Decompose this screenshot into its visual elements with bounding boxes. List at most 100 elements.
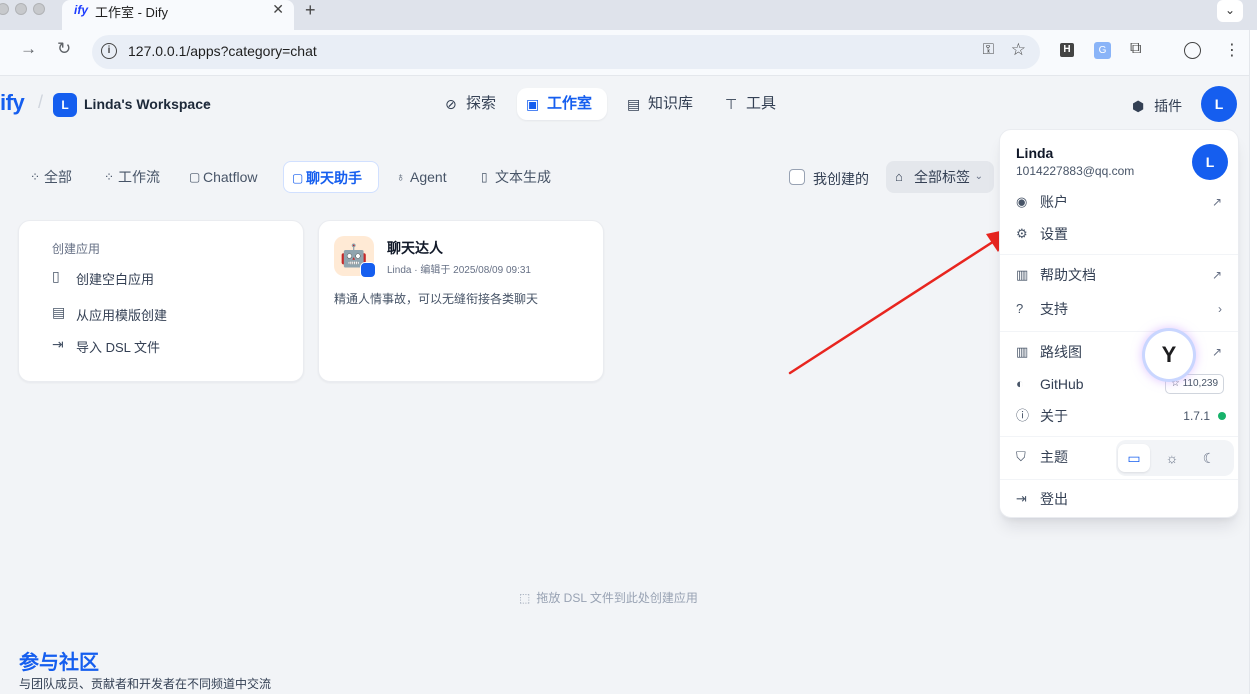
annotation-arrow — [788, 228, 1014, 375]
filter-agent[interactable]: ♁ Agent — [388, 161, 447, 193]
address-toolbar: → ↻ i 127.0.0.1/apps?category=chat ⚿ ☆ H… — [0, 30, 1257, 76]
browser-tab-title: 工作室 - Dify — [95, 5, 168, 20]
external-link-icon: ↗ — [1211, 195, 1222, 209]
menu-user-name: Linda — [1016, 145, 1054, 161]
grid-icon: ⁘ — [30, 170, 41, 184]
address-bar[interactable]: i 127.0.0.1/apps?category=chat ⚿ ☆ — [92, 35, 1040, 69]
drag-drop-icon: ⬚ — [519, 591, 531, 605]
filter-chat-assistant[interactable]: ▢ 聊天助手 — [283, 161, 379, 193]
help-circle-icon: ? — [1016, 301, 1024, 316]
version-label: 1.7.1 — [1183, 409, 1210, 423]
user-dropdown-menu: Linda 1014227883@qq.com L ◉ 账户 ↗ ⚙ 设置 ▥ 帮助文… — [999, 129, 1239, 518]
plugins-button[interactable]: ⬢ 插件 — [1132, 96, 1182, 116]
map-icon: ▥ — [1016, 344, 1029, 359]
import-dsl-button[interactable]: ⇥ 导入 DSL 文件 — [52, 336, 160, 356]
compass-icon: ⊘ — [445, 96, 457, 112]
book-open-icon: ▥ — [1016, 267, 1029, 282]
chevron-right-icon: › — [1218, 302, 1222, 316]
book-icon: ▤ — [627, 96, 641, 112]
monitor-icon[interactable]: ▭ — [1118, 444, 1150, 472]
browser-tab[interactable]: ify 工作室 - Dify ✕ — [62, 0, 294, 30]
moon-icon[interactable]: ☾ — [1193, 444, 1225, 472]
dify-favicon-icon: ify — [74, 3, 89, 17]
dify-logo[interactable]: ify — [0, 90, 25, 116]
url-text[interactable]: 127.0.0.1/apps?category=chat — [128, 43, 317, 59]
menu-logout[interactable]: ⇥ 登出 — [1004, 484, 1234, 514]
menu-theme-label: ⛉ 主题 — [1004, 442, 1114, 472]
translate-extension-icon[interactable]: G — [1094, 42, 1111, 59]
app-meta: Linda · 编辑于 2025/08/09 09:31 — [387, 265, 531, 276]
chevron-down-icon[interactable]: ⌄ — [202, 95, 211, 108]
user-circle-icon: ◉ — [1016, 194, 1028, 209]
bookmark-star-icon[interactable]: ☆ — [1011, 40, 1026, 60]
filter-text-generation[interactable]: ▯ 文本生成 — [473, 161, 551, 193]
window-minimize-dot[interactable] — [15, 3, 27, 15]
status-dot-icon — [1218, 412, 1226, 420]
menu-divider — [1000, 331, 1238, 332]
filter-chatflow[interactable]: ▢ Chatflow — [181, 161, 257, 193]
new-tab-icon[interactable]: + — [305, 0, 316, 21]
window-zoom-dot[interactable] — [33, 3, 45, 15]
community-title: 参与社区 — [19, 652, 99, 674]
menu-support[interactable]: ? 支持 › — [1004, 294, 1234, 324]
menu-about[interactable]: ⓘ 关于 1.7.1 — [1004, 401, 1234, 431]
create-from-template-button[interactable]: ▤ 从应用模版创建 — [52, 304, 167, 324]
sun-icon[interactable]: ☼ — [1156, 444, 1188, 472]
menu-account[interactable]: ◉ 账户 ↗ — [1004, 187, 1234, 217]
menu-github[interactable]: ◐ GitHub ☆ 110,239 — [1004, 369, 1234, 399]
info-icon: ⓘ — [1016, 408, 1030, 423]
reload-icon[interactable]: ↻ — [57, 39, 71, 59]
gear-icon: ⚙ — [1016, 226, 1028, 241]
browser-menu-icon[interactable]: ⋮ — [1224, 40, 1240, 60]
create-app-title: 创建应用 — [52, 242, 101, 256]
tag-icon: ⌂ — [895, 169, 903, 184]
agent-icon: ♁ — [396, 170, 405, 184]
extension-h-icon[interactable]: H — [1060, 43, 1074, 57]
tag-filter-select[interactable]: ⌂ 全部标签 ⌄ — [886, 161, 994, 193]
password-key-icon[interactable]: ⚿ — [983, 41, 994, 58]
github-icon: ◐ — [1016, 376, 1024, 391]
extensions-puzzle-icon[interactable]: ⧉ — [1130, 40, 1141, 58]
window-close-dot[interactable] — [0, 3, 9, 15]
user-avatar-button[interactable]: L — [1201, 86, 1237, 122]
menu-divider — [1000, 436, 1238, 437]
created-by-me-checkbox[interactable] — [789, 169, 805, 185]
chevron-down-icon: ⌄ — [974, 171, 983, 182]
nav-tools[interactable]: ⊤ 工具 — [716, 88, 786, 120]
profile-icon[interactable] — [1184, 42, 1201, 59]
tab-search-chevron-icon[interactable]: ⌄ — [1217, 0, 1243, 22]
file-plus-icon: ▯ — [52, 268, 60, 284]
site-info-icon[interactable]: i — [101, 43, 117, 59]
filter-all[interactable]: ⁘ 全部 — [22, 161, 72, 193]
app-header: ify / L Linda's Workspace ⌄ ⊘ 探索 ▣ 工作室 ▤… — [0, 76, 1257, 132]
workflow-icon: ⁘ — [104, 170, 115, 184]
nav-explore[interactable]: ⊘ 探索 — [436, 88, 508, 120]
created-by-me-label[interactable]: 我创建的 — [813, 169, 869, 189]
create-blank-app-button[interactable]: ▯ 创建空白应用 — [52, 268, 154, 288]
app-description: 精通人情事故，可以无缝衔接各类聊天 — [334, 292, 539, 306]
workspace-name[interactable]: Linda's Workspace — [84, 96, 211, 112]
close-tab-icon[interactable]: ✕ — [272, 1, 284, 18]
floating-assistant-icon[interactable]: Y — [1145, 331, 1193, 379]
menu-settings[interactable]: ⚙ 设置 — [1004, 219, 1234, 249]
robot-icon: ▣ — [526, 96, 540, 112]
browser-tab-strip: ify 工作室 - Dify ✕ + ⌄ — [0, 0, 1257, 30]
filter-workflow[interactable]: ⁘ 工作流 — [96, 161, 160, 193]
logout-icon: ⇥ — [1016, 491, 1027, 506]
forward-arrow-icon[interactable]: → — [20, 39, 37, 59]
app-name: 聊天达人 — [387, 240, 443, 256]
shirt-icon: ⛉ — [1016, 449, 1026, 464]
theme-switcher: ▭ ☼ ☾ — [1116, 440, 1234, 476]
workspace-avatar[interactable]: L — [53, 93, 77, 117]
create-app-card: 创建应用 ▯ 创建空白应用 ▤ 从应用模版创建 ⇥ 导入 DSL 文件 — [18, 220, 304, 382]
nav-studio[interactable]: ▣ 工作室 — [517, 88, 607, 120]
menu-help-docs[interactable]: ▥ 帮助文档 ↗ — [1004, 260, 1234, 290]
dsl-dropzone[interactable]: ⬚ 拖放 DSL 文件到此处创建应用 — [519, 589, 698, 606]
chat-bubble-icon: ▢ — [189, 170, 201, 184]
menu-roadmap[interactable]: ▥ 路线图 ↗ — [1004, 337, 1234, 367]
document-icon: ▯ — [481, 170, 488, 184]
header-separator: / — [38, 92, 44, 112]
nav-knowledge[interactable]: ▤ 知识库 — [618, 88, 704, 120]
app-card[interactable]: 🤖 聊天达人 Linda · 编辑于 2025/08/09 09:31 精通人情… — [318, 220, 604, 382]
import-icon: ⇥ — [52, 336, 64, 352]
